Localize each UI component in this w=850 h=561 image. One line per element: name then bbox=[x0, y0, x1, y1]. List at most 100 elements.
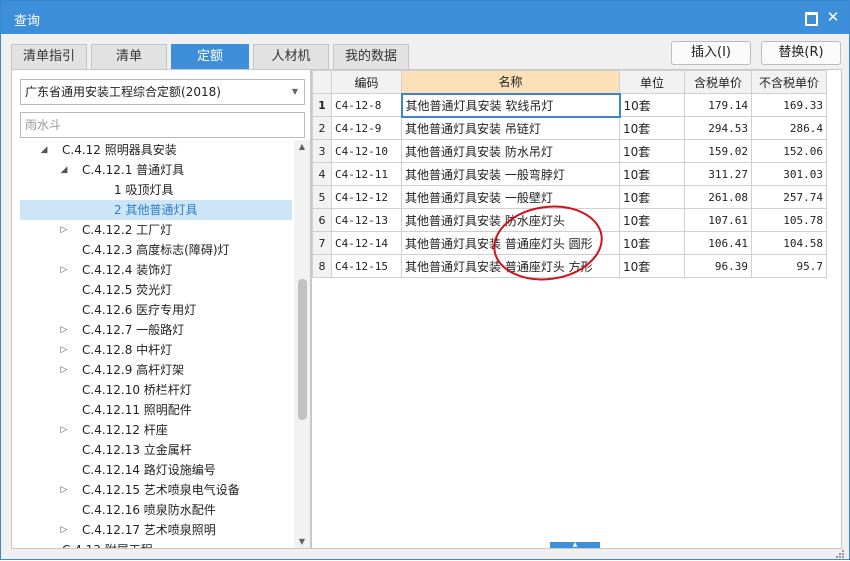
column-header-name[interactable]: 名称 bbox=[401, 70, 620, 94]
price-notax-cell[interactable]: 301.03 bbox=[751, 162, 827, 186]
expand-icon[interactable]: ▷ bbox=[58, 260, 70, 280]
tab-my-data[interactable]: 我的数据 bbox=[333, 44, 409, 70]
name-cell[interactable]: 其他普通灯具安装 防水吊灯 bbox=[401, 139, 620, 163]
tab-list[interactable]: 清单 bbox=[91, 44, 167, 70]
unit-cell[interactable]: 10套 bbox=[619, 93, 685, 117]
expand-icon[interactable]: ▷ bbox=[58, 360, 70, 380]
price-tax-cell[interactable]: 261.08 bbox=[684, 185, 752, 209]
price-notax-cell[interactable]: 95.7 bbox=[751, 254, 827, 278]
insert-button[interactable]: 插入(I) bbox=[671, 41, 751, 65]
table-row[interactable]: 7 C4-12-14 其他普通灯具安装 普通座灯头 圆形 10套 106.41 104.5… bbox=[312, 231, 827, 255]
chevron-down-icon[interactable]: ▼ bbox=[292, 80, 298, 104]
name-cell[interactable]: 其他普通灯具安装 普通座灯头 方形 bbox=[401, 254, 620, 278]
tree-item[interactable]: ▷ C.4.12.2 工厂灯 bbox=[20, 220, 292, 240]
name-cell[interactable]: 其他普通灯具安装 普通座灯头 圆形 bbox=[401, 231, 620, 255]
resize-grip-icon[interactable] bbox=[835, 549, 845, 559]
unit-cell[interactable]: 10套 bbox=[619, 116, 685, 140]
expand-icon[interactable]: ▷ bbox=[58, 520, 70, 540]
table-row[interactable]: 4 C4-12-11 其他普通灯具安装 一般弯脖灯 10套 311.27 301.03 bbox=[312, 162, 827, 186]
table-row[interactable]: 8 C4-12-15 其他普通灯具安装 普通座灯头 方形 10套 96.39 95.7 bbox=[312, 254, 827, 278]
tab-quota[interactable]: 定额 bbox=[171, 44, 249, 70]
tree-item[interactable]: C.4.12.14 路灯设施编号 bbox=[20, 460, 292, 480]
search-input[interactable] bbox=[20, 112, 305, 138]
tree-item[interactable]: ▷ C.4.12.9 高杆灯架 bbox=[20, 360, 292, 380]
table-row[interactable]: 5 C4-12-12 其他普通灯具安装 一般壁灯 10套 261.08 257.74 bbox=[312, 185, 827, 209]
tree-item[interactable]: ▷ C.4.12.7 一般路灯 bbox=[20, 320, 292, 340]
expand-icon[interactable]: ▷ bbox=[58, 340, 70, 360]
code-cell[interactable]: C4-12-15 bbox=[331, 254, 402, 278]
expand-icon[interactable]: ▷ bbox=[58, 220, 70, 240]
code-cell[interactable]: C4-12-12 bbox=[331, 185, 402, 209]
scroll-down-icon[interactable]: ▼ bbox=[294, 537, 310, 546]
column-header-price-notax[interactable]: 不含税单价 bbox=[751, 70, 827, 94]
price-tax-cell[interactable]: 311.27 bbox=[684, 162, 752, 186]
collapse-icon[interactable]: ◢ bbox=[58, 160, 70, 180]
price-notax-cell[interactable]: 105.78 bbox=[751, 208, 827, 232]
tab-labor-material-machine[interactable]: 人材机 bbox=[253, 44, 329, 70]
tree-item[interactable]: ▷ C.4.12.4 装饰灯 bbox=[20, 260, 292, 280]
code-cell[interactable]: C4-12-13 bbox=[331, 208, 402, 232]
price-tax-cell[interactable]: 159.02 bbox=[684, 139, 752, 163]
table-row[interactable]: 2 C4-12-9 其他普通灯具安装 吊链灯 10套 294.53 286.4 bbox=[312, 116, 827, 140]
close-icon[interactable]: ✕ bbox=[825, 9, 841, 25]
scroll-up-icon[interactable]: ▲ bbox=[294, 142, 310, 151]
tree-item[interactable]: 2 其他普通灯具 bbox=[20, 200, 292, 220]
name-cell[interactable]: 其他普通灯具安装 吊链灯 bbox=[401, 116, 620, 140]
price-tax-cell[interactable]: 179.14 bbox=[684, 93, 752, 117]
price-notax-cell[interactable]: 152.06 bbox=[751, 139, 827, 163]
tree-item[interactable]: ◢ C.4.12.1 普通灯具 bbox=[20, 160, 292, 180]
code-cell[interactable]: C4-12-11 bbox=[331, 162, 402, 186]
name-cell[interactable]: 其他普通灯具安装 软线吊灯 bbox=[400, 92, 621, 118]
replace-button[interactable]: 替换(R) bbox=[761, 41, 841, 65]
unit-cell[interactable]: 10套 bbox=[619, 208, 685, 232]
tree-item[interactable]: C.4.13 附属工程 bbox=[20, 540, 292, 548]
tree-item[interactable]: C.4.12.10 桥栏杆灯 bbox=[20, 380, 292, 400]
tree-item[interactable]: ▷ C.4.12.12 杆座 bbox=[20, 420, 292, 440]
column-header-code[interactable]: 编码 bbox=[331, 70, 402, 94]
code-cell[interactable]: C4-12-9 bbox=[331, 116, 402, 140]
tree-item[interactable]: 1 吸顶灯具 bbox=[20, 180, 292, 200]
code-cell[interactable]: C4-12-14 bbox=[331, 231, 402, 255]
table-row[interactable]: 3 C4-12-10 其他普通灯具安装 防水吊灯 10套 159.02 152.06 bbox=[312, 139, 827, 163]
tree-item[interactable]: ◢ C.4.12 照明器具安装 bbox=[20, 140, 292, 160]
name-cell[interactable]: 其他普通灯具安装 防水座灯头 bbox=[401, 208, 620, 232]
price-notax-cell[interactable]: 104.58 bbox=[751, 231, 827, 255]
price-notax-cell[interactable]: 257.74 bbox=[751, 185, 827, 209]
expand-icon[interactable]: ▷ bbox=[58, 480, 70, 500]
scrollbar-thumb[interactable] bbox=[298, 279, 307, 420]
name-cell[interactable]: 其他普通灯具安装 一般弯脖灯 bbox=[401, 162, 620, 186]
code-cell[interactable]: C4-12-8 bbox=[331, 93, 402, 117]
expand-icon[interactable]: ▷ bbox=[58, 420, 70, 440]
code-cell[interactable]: C4-12-10 bbox=[331, 139, 402, 163]
column-header-unit[interactable]: 单位 bbox=[619, 70, 685, 94]
restore-icon[interactable] bbox=[802, 9, 818, 26]
table-row[interactable]: 1 C4-12-8 其他普通灯具安装 软线吊灯 10套 179.14 169.33 bbox=[312, 92, 827, 118]
unit-cell[interactable]: 10套 bbox=[619, 139, 685, 163]
price-tax-cell[interactable]: 106.41 bbox=[684, 231, 752, 255]
unit-cell[interactable]: 10套 bbox=[619, 162, 685, 186]
tree-item[interactable]: C.4.12.6 医疗专用灯 bbox=[20, 300, 292, 320]
name-cell[interactable]: 其他普通灯具安装 一般壁灯 bbox=[401, 185, 620, 209]
price-tax-cell[interactable]: 294.53 bbox=[684, 116, 752, 140]
unit-cell[interactable]: 10套 bbox=[619, 185, 685, 209]
price-tax-cell[interactable]: 107.61 bbox=[684, 208, 752, 232]
tab-list-guide[interactable]: 清单指引 bbox=[11, 44, 87, 70]
splitter-handle[interactable]: ▲ bbox=[550, 542, 600, 548]
title-bar[interactable]: 查询 ✕ bbox=[1, 1, 849, 34]
tree-item[interactable]: ▷ C.4.12.8 中杆灯 bbox=[20, 340, 292, 360]
quota-library-select[interactable]: 广东省通用安装工程综合定额(2018) ▼ bbox=[20, 79, 305, 105]
tree-item[interactable]: ▷ C.4.12.15 艺术喷泉电气设备 bbox=[20, 480, 292, 500]
unit-cell[interactable]: 10套 bbox=[619, 231, 685, 255]
tree-item[interactable]: C.4.12.13 立金属杆 bbox=[20, 440, 292, 460]
tree-item[interactable]: C.4.12.16 喷泉防水配件 bbox=[20, 500, 292, 520]
price-notax-cell[interactable]: 169.33 bbox=[751, 93, 827, 117]
tree-item[interactable]: C.4.12.5 荧光灯 bbox=[20, 280, 292, 300]
price-tax-cell[interactable]: 96.39 bbox=[684, 254, 752, 278]
column-header-price-tax[interactable]: 含税单价 bbox=[684, 70, 752, 94]
tree-scrollbar[interactable]: ▲ ▼ bbox=[294, 140, 310, 548]
collapse-icon[interactable]: ◢ bbox=[38, 140, 50, 160]
table-row[interactable]: 6 C4-12-13 其他普通灯具安装 防水座灯头 10套 107.61 105.78 bbox=[312, 208, 827, 232]
tree-item[interactable]: C.4.12.11 照明配件 bbox=[20, 400, 292, 420]
expand-icon[interactable]: ▷ bbox=[58, 320, 70, 340]
tree-item[interactable]: C.4.12.3 高度标志(障碍)灯 bbox=[20, 240, 292, 260]
